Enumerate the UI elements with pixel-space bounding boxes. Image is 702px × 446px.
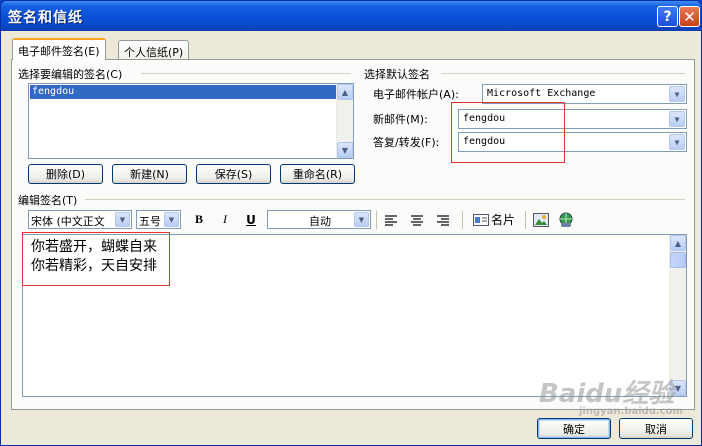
chevron-down-icon[interactable]: ▼ [669,111,685,127]
align-center-icon [411,214,423,226]
scroll-thumb[interactable] [670,252,686,268]
italic-icon: I [223,212,227,226]
reply-forward-label: 答复/转发(F): [373,136,440,149]
scroll-up-icon[interactable]: ▲ [337,84,353,100]
scroll-down-icon[interactable]: ▼ [337,142,353,158]
delete-button[interactable]: 删除(D) [28,164,103,184]
underline-button[interactable]: U [242,210,260,229]
chevron-down-icon[interactable]: ▼ [669,134,685,150]
toolbar-separator [525,211,526,229]
color-select[interactable]: 自动 ▼ [267,210,371,229]
cancel-button[interactable]: 取消 [619,418,693,439]
select-signature-label: 选择要编辑的签名(C) [16,66,125,82]
watermark: Baidu经验 jingyan.baidu.com [539,373,683,417]
toolbar-separator [462,211,463,229]
edit-signature-label: 编辑签名(T) [16,192,80,208]
editor-scrollbar[interactable]: ▲ ▼ [669,235,686,396]
group-divider [85,199,685,200]
chevron-down-icon[interactable]: ▼ [354,212,369,227]
align-left-icon [385,214,397,226]
list-scrollbar[interactable]: ▲ ▼ [336,84,353,158]
group-divider [441,73,685,74]
align-center-button[interactable] [408,210,426,229]
chevron-down-icon[interactable]: ▼ [164,212,179,227]
font-value: 宋体 (中文正文 [31,215,105,228]
button-label: 重命名(R) [292,168,343,181]
account-label: 电子邮件帐户(A): [373,88,459,101]
font-select[interactable]: 宋体 (中文正文 ▼ [28,210,132,229]
rename-button[interactable]: 重命名(R) [280,164,355,184]
bold-icon: B [194,212,203,226]
title-bar[interactable]: 签名和信纸 ? ✕ [1,1,701,31]
button-label: 取消 [645,422,667,436]
save-button[interactable]: 保存(S) [196,164,271,184]
watermark-main: Baidu经验 [539,379,675,409]
close-button[interactable]: ✕ [679,6,700,27]
bold-button[interactable]: B [190,210,208,229]
business-card-label: 名片 [490,213,515,227]
help-button[interactable]: ? [657,6,678,27]
new-message-label: 新邮件(M): [373,113,428,126]
account-value: Microsoft Exchange [487,88,596,99]
button-label: 新建(N) [130,168,169,181]
align-left-button[interactable] [382,210,400,229]
button-label: 保存(S) [214,168,253,181]
watermark-sub: jingyan.baidu.com [579,406,683,417]
toolbar-separator [376,211,377,229]
window-title: 签名和信纸 [8,10,83,26]
tab-label: 个人信纸(P) [124,46,184,59]
scroll-up-icon[interactable]: ▲ [670,235,686,251]
insert-picture-icon [533,212,549,227]
size-select[interactable]: 五号 ▼ [136,210,181,229]
italic-button[interactable]: I [216,210,234,229]
chevron-down-icon[interactable]: ▼ [115,212,130,227]
signature-list[interactable]: fengdou ▲ ▼ [28,83,354,159]
account-select[interactable]: Microsoft Exchange ▼ [482,84,687,104]
group-divider [141,73,351,74]
ok-button[interactable]: 确定 [537,418,611,439]
color-value: 自动 [309,215,331,228]
tab-email-signature[interactable]: 电子邮件签名(E) [12,38,106,60]
align-right-button[interactable] [434,210,452,229]
button-label: 确定 [563,422,585,436]
hyperlink-button[interactable] [557,210,575,229]
button-label: 删除(D) [45,168,86,181]
default-signature-label: 选择默认签名 [362,66,432,82]
chevron-down-icon[interactable]: ▼ [669,86,685,102]
highlight-box [451,102,565,163]
tab-label: 电子邮件签名(E) [18,45,100,58]
hyperlink-icon [559,212,573,227]
highlight-box [22,232,170,286]
business-card-icon [472,213,489,226]
insert-picture-button[interactable] [532,210,550,229]
align-right-icon [437,214,449,226]
new-button[interactable]: 新建(N) [112,164,187,184]
size-value: 五号 [139,215,161,228]
tab-personal-stationery[interactable]: 个人信纸(P) [118,40,190,60]
help-icon: ? [663,8,672,25]
list-item[interactable]: fengdou [30,85,336,99]
signature-dialog: 签名和信纸 ? ✕ 电子邮件签名(E) 个人信纸(P) 选择要编辑的签名(C) … [0,0,702,446]
close-icon: ✕ [683,7,696,26]
business-card-button[interactable]: 名片 [469,210,519,229]
underline-icon: U [246,212,256,227]
